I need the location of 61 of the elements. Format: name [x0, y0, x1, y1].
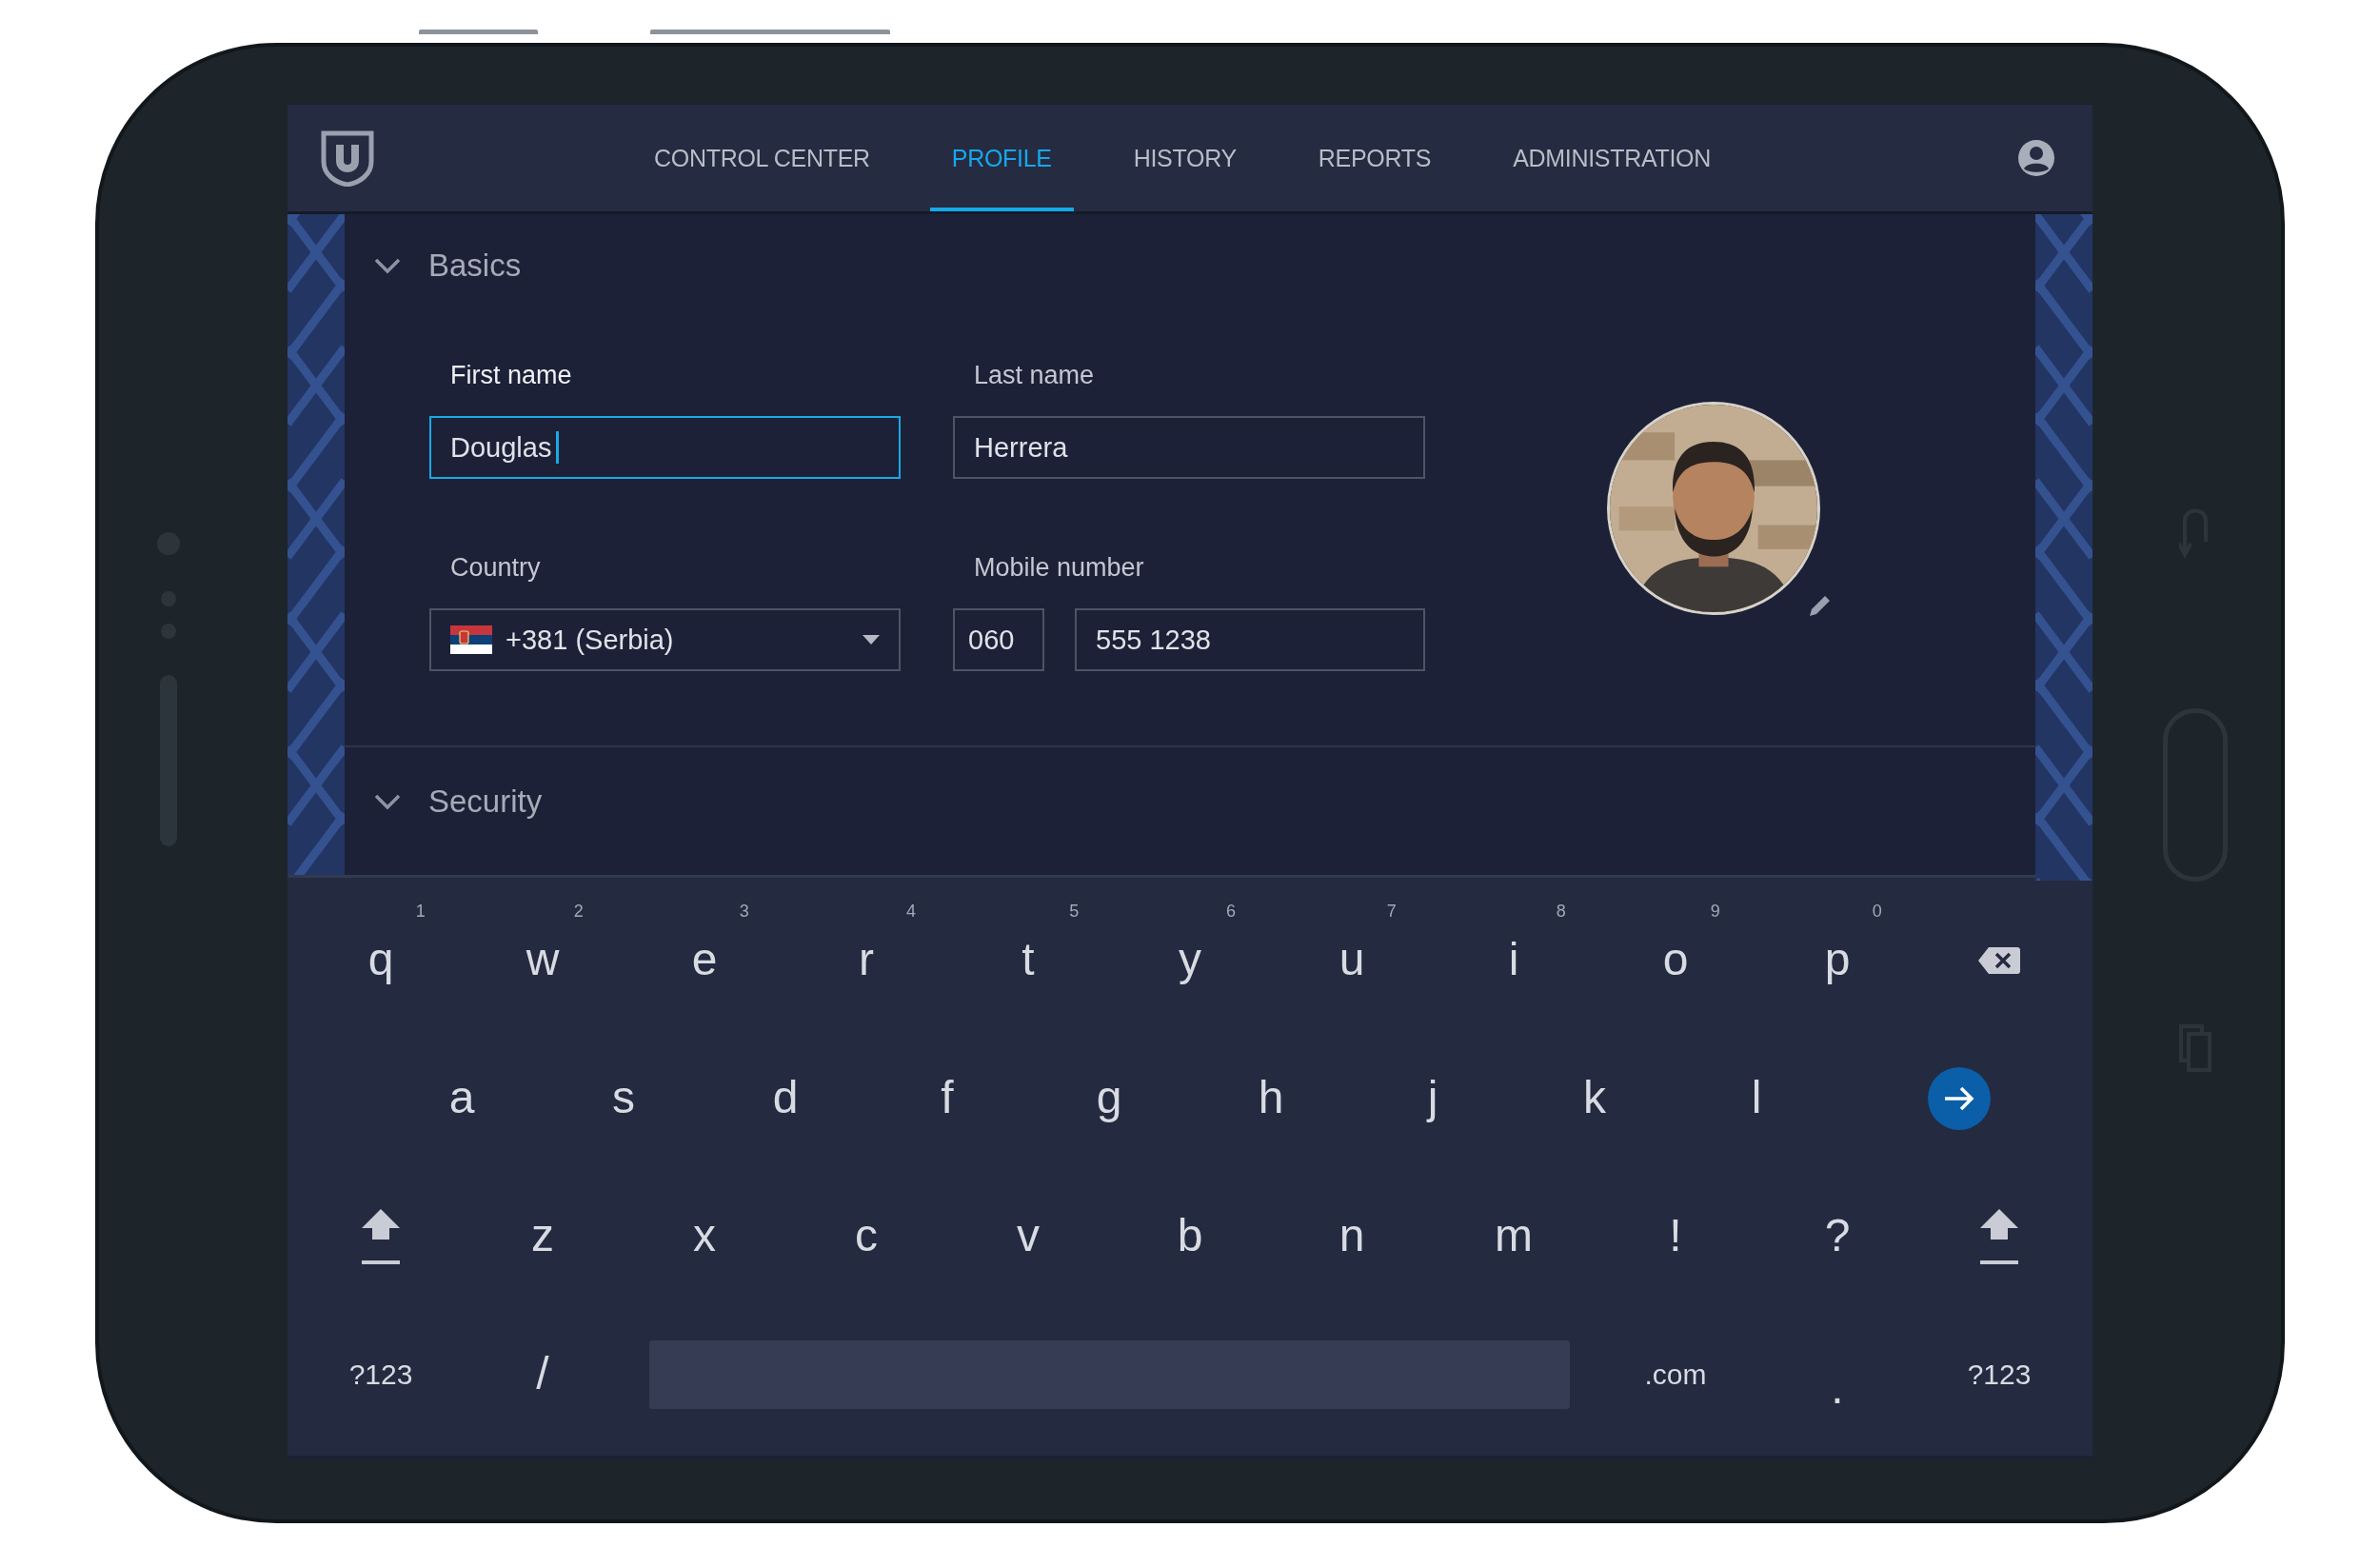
field-label: Country	[449, 553, 542, 584]
backspace-key[interactable]	[1977, 944, 2021, 976]
field-label: Mobile number	[973, 553, 1145, 584]
account-icon[interactable]	[2017, 139, 2055, 177]
key-hint: 7	[1386, 903, 1397, 922]
key[interactable]: g	[1096, 1073, 1122, 1123]
section-title: Security	[428, 784, 543, 820]
text-field[interactable]: Herrera	[953, 416, 1425, 479]
key-hint: 4	[906, 903, 916, 922]
field-label: Last name	[973, 361, 1096, 391]
key[interactable]: z	[531, 1211, 554, 1261]
key[interactable]: m	[1495, 1211, 1533, 1261]
key[interactable]: ?123	[1967, 1359, 2032, 1390]
key-hint: 0	[1872, 903, 1882, 922]
key[interactable]: a	[448, 1073, 475, 1123]
key[interactable]: x	[693, 1211, 716, 1261]
key[interactable]: k	[1583, 1073, 1606, 1123]
text-field[interactable]: Douglas	[429, 416, 901, 479]
key-hint: 2	[573, 903, 584, 922]
arrow-icon	[1943, 1085, 1975, 1111]
nav-tab[interactable]: PROFILE	[929, 105, 1074, 211]
chevron-icon[interactable]	[373, 257, 402, 274]
key[interactable]: ?123	[348, 1359, 413, 1390]
field-label: First name	[449, 361, 573, 391]
key[interactable]: c	[855, 1211, 878, 1261]
key[interactable]: j	[1427, 1073, 1438, 1123]
text-cursor	[556, 431, 560, 464]
nav-tab[interactable]: CONTROL CENTER	[632, 105, 892, 211]
key[interactable]: b	[1177, 1211, 1203, 1261]
caret-icon	[863, 635, 880, 645]
shield-logo-icon	[319, 129, 376, 187]
area-code-field[interactable]: 060	[953, 608, 1044, 671]
key-hint: 5	[1069, 903, 1080, 922]
nav-tab[interactable]: HISTORY	[1111, 105, 1259, 211]
key-hint: 6	[1226, 903, 1236, 922]
key-hint: 9	[1710, 903, 1720, 922]
key-hint: 1	[415, 903, 426, 922]
key[interactable]: s	[612, 1073, 635, 1123]
phone-number-field[interactable]: 555 1238	[1075, 608, 1425, 671]
key[interactable]: l	[1751, 1073, 1762, 1123]
section-title: Basics	[428, 248, 522, 284]
key[interactable]: .	[1831, 1335, 1844, 1414]
select-value: +381 (Serbia)	[506, 624, 674, 656]
nav-tab[interactable]: ADMINISTRATION	[1491, 105, 1733, 211]
chevron-icon[interactable]	[373, 793, 402, 810]
key-hint: 3	[739, 903, 749, 922]
nav-tab[interactable]: REPORTS	[1296, 105, 1454, 211]
shift-key[interactable]	[1978, 1206, 2020, 1266]
key[interactable]: !	[1669, 1211, 1682, 1261]
key[interactable]: f	[941, 1073, 954, 1123]
key[interactable]: .com	[1644, 1359, 1707, 1390]
flag-icon	[450, 625, 492, 654]
key[interactable]: /	[536, 1349, 549, 1399]
key-hint: 8	[1556, 903, 1566, 922]
key[interactable]: n	[1339, 1211, 1365, 1261]
country-select[interactable]: +381 (Serbia)	[429, 608, 901, 671]
key[interactable]: v	[1017, 1211, 1040, 1261]
key[interactable]: h	[1258, 1073, 1284, 1123]
key[interactable]: d	[772, 1073, 799, 1123]
shift-key[interactable]	[360, 1206, 402, 1266]
key[interactable]: ?	[1824, 1211, 1851, 1261]
